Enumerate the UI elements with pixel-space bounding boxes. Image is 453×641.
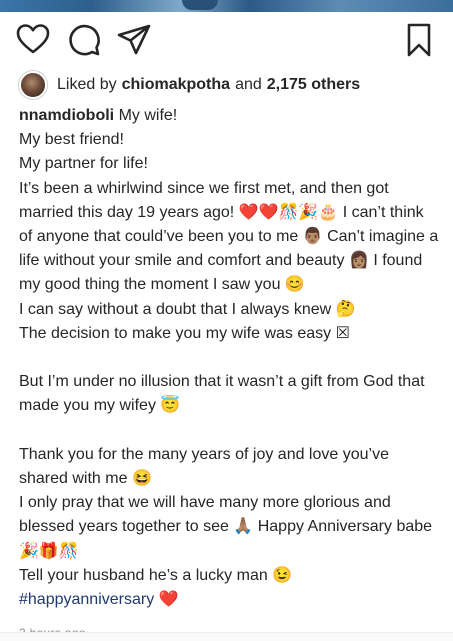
bookmark-icon[interactable] — [401, 22, 437, 58]
comment-icon[interactable] — [66, 22, 102, 58]
hashtag-trailing: ❤️ — [154, 591, 179, 609]
caption-username[interactable]: nnamdioboli — [19, 107, 114, 124]
hashtag-link[interactable]: #happyanniversary — [19, 591, 154, 608]
likes-prefix: Liked by — [57, 76, 117, 93]
heart-icon[interactable] — [15, 22, 51, 58]
post-photo-edge[interactable] — [0, 0, 453, 12]
action-bar — [0, 22, 453, 62]
post-caption: nnamdioboli My wife! My best friend! My … — [19, 104, 439, 612]
photo-detail — [182, 0, 218, 10]
likes-others-count[interactable]: 2,175 others — [267, 76, 360, 94]
liker-username[interactable]: chiomakpotha — [122, 76, 230, 94]
likes-summary: Liked by chiomakpotha and 2,175 others — [19, 71, 360, 99]
caption-body: My wife! My best friend! My partner for … — [19, 107, 439, 584]
paper-plane-icon[interactable] — [116, 22, 152, 58]
avatar[interactable] — [19, 71, 47, 99]
likes-joiner: and — [235, 76, 262, 93]
